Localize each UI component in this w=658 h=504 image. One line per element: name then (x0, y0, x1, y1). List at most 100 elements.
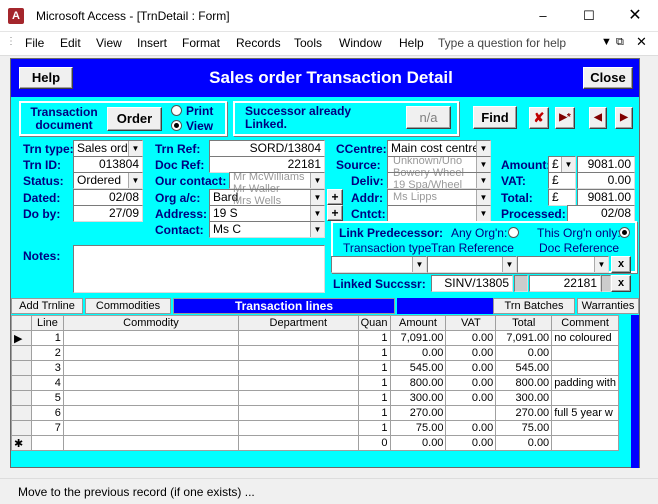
vat-cell[interactable] (445, 405, 497, 421)
vat-cell[interactable]: 0.00 (445, 435, 497, 451)
quan-cell[interactable]: 1 (357, 345, 391, 361)
quan-cell[interactable]: 1 (357, 375, 391, 391)
chevron-down-icon[interactable]: ▼ (561, 157, 575, 172)
column-header[interactable]: Department (238, 315, 359, 331)
any-org-radio[interactable] (508, 227, 519, 238)
link-clear-button[interactable]: x (611, 256, 631, 273)
commodity-cell[interactable] (62, 390, 240, 406)
table-row[interactable]: 6 1 270.00 270.00 full 5 year w (11, 405, 619, 421)
tab-commodities[interactable]: Commodities (85, 298, 171, 314)
total-field[interactable]: 9081.00 (577, 189, 635, 206)
comment-cell[interactable] (551, 390, 619, 406)
table-row[interactable]: 5 1 300.00 0.00 300.00 (11, 390, 619, 406)
vat-cell[interactable]: 0.00 (445, 390, 497, 406)
department-cell[interactable] (238, 360, 359, 376)
link-tran-reference-combo[interactable]: ▼ (427, 256, 517, 273)
previous-record-icon[interactable]: ◀ (589, 107, 607, 129)
link-doc-reference-combo[interactable]: ▼ (517, 256, 609, 273)
line-cell[interactable]: 1 (30, 330, 64, 346)
tab-trn-batches[interactable]: Trn Batches (493, 298, 575, 314)
chevron-down-icon[interactable]: ▼ (128, 141, 142, 156)
total-cell[interactable]: 270.00 (495, 405, 553, 421)
order-button[interactable]: Order (107, 107, 162, 131)
menu-tools[interactable]: Tools (294, 36, 322, 50)
department-cell[interactable] (238, 435, 359, 451)
amount-cell[interactable]: 300.00 (389, 390, 447, 406)
table-row[interactable]: ✱ 0 0.00 0.00 0.00 (11, 435, 619, 451)
department-cell[interactable] (238, 375, 359, 391)
amount-cell[interactable]: 75.00 (389, 420, 447, 436)
add-address-button[interactable]: + (327, 205, 343, 221)
linked-successor-ref[interactable]: SINV/13805 (431, 275, 513, 292)
menu-help[interactable]: Help (399, 36, 424, 50)
dated-field[interactable]: 02/08 (73, 189, 143, 206)
trn-id-field[interactable]: 013804 (73, 156, 143, 173)
row-selector[interactable] (11, 375, 32, 391)
column-header[interactable]: Comment (551, 315, 619, 331)
column-header[interactable]: Commodity (62, 315, 240, 331)
view-radio[interactable] (171, 120, 182, 131)
line-cell[interactable]: 5 (30, 390, 64, 406)
mdi-restore-icon[interactable]: ⧉ (616, 36, 624, 49)
menu-records[interactable]: Records (236, 36, 281, 50)
comment-cell[interactable]: full 5 year w (551, 405, 619, 421)
comment-cell[interactable] (551, 420, 619, 436)
cntct-combo[interactable]: ▼ (387, 205, 491, 222)
department-cell[interactable] (238, 405, 359, 421)
column-header[interactable]: Total (495, 315, 553, 331)
department-cell[interactable] (238, 420, 359, 436)
chevron-down-icon[interactable]: ▼ (310, 206, 324, 221)
menu-edit[interactable]: Edit (60, 36, 81, 50)
this-org-radio[interactable] (619, 227, 630, 238)
total-cell[interactable]: 0.00 (495, 435, 553, 451)
commodity-cell[interactable] (62, 345, 240, 361)
amount-cell[interactable]: 545.00 (389, 360, 447, 376)
table-row[interactable]: 2 1 0.00 0.00 0.00 (11, 345, 619, 361)
help-question-input[interactable]: Type a question for help (436, 35, 606, 53)
status-combo[interactable]: Ordered ▼ (73, 172, 143, 189)
linked-successor-doc[interactable]: 22181 (529, 275, 601, 292)
chevron-down-icon[interactable]: ▼ (476, 206, 490, 221)
vat-cell[interactable]: 0.00 (445, 345, 497, 361)
commodity-cell[interactable] (62, 330, 240, 346)
chevron-down-icon[interactable]: ▼ (412, 257, 426, 272)
amount-cell[interactable]: 800.00 (389, 375, 447, 391)
linked-clear-button[interactable]: x (611, 275, 631, 292)
department-cell[interactable] (238, 345, 359, 361)
row-selector[interactable] (11, 345, 32, 361)
column-header[interactable]: Amount (389, 315, 447, 331)
total-cell[interactable]: 0.00 (495, 345, 553, 361)
trn-type-combo[interactable]: Sales orde ▼ (73, 140, 143, 157)
column-header[interactable]: Quan (357, 315, 391, 331)
amount-field[interactable]: 9081.00 (577, 156, 635, 173)
commodity-cell[interactable] (62, 435, 240, 451)
column-header[interactable]: VAT (445, 315, 497, 331)
vertical-scrollbar[interactable] (631, 315, 639, 468)
minimize-button[interactable]: – (520, 0, 566, 32)
current-record-icon[interactable]: ▶ (11, 330, 32, 346)
chevron-down-icon[interactable]: ▼ (310, 173, 324, 188)
amount-cell[interactable]: 270.00 (389, 405, 447, 421)
table-row[interactable]: 7 1 75.00 0.00 75.00 (11, 420, 619, 436)
line-cell[interactable]: 7 (30, 420, 64, 436)
close-window-button[interactable]: ✕ (612, 0, 658, 32)
vat-cell[interactable]: 0.00 (445, 420, 497, 436)
total-cell[interactable]: 7,091.00 (495, 330, 553, 346)
comment-cell[interactable]: padding with (551, 375, 619, 391)
row-selector[interactable] (11, 390, 32, 406)
amount-cell[interactable]: 7,091.00 (389, 330, 447, 346)
mdi-close-icon[interactable]: ✕ (636, 34, 647, 50)
table-row[interactable]: 3 1 545.00 0.00 545.00 (11, 360, 619, 376)
help-button[interactable]: Help (19, 67, 73, 89)
chevron-down-icon[interactable]: ▼ (476, 190, 490, 205)
processed-field[interactable]: 02/08 (567, 205, 635, 222)
amount-cell[interactable]: 0.00 (389, 435, 447, 451)
chevron-down-icon[interactable]: ▼ (594, 257, 608, 272)
column-header[interactable]: Line (30, 315, 64, 331)
chevron-down-icon[interactable]: ▼ (128, 173, 142, 188)
vat-cell[interactable]: 0.00 (445, 375, 497, 391)
menu-window[interactable]: Window (339, 36, 382, 50)
successor-na-button[interactable]: n/a (406, 106, 451, 129)
comment-cell[interactable]: no coloured (551, 330, 619, 346)
department-cell[interactable] (238, 330, 359, 346)
